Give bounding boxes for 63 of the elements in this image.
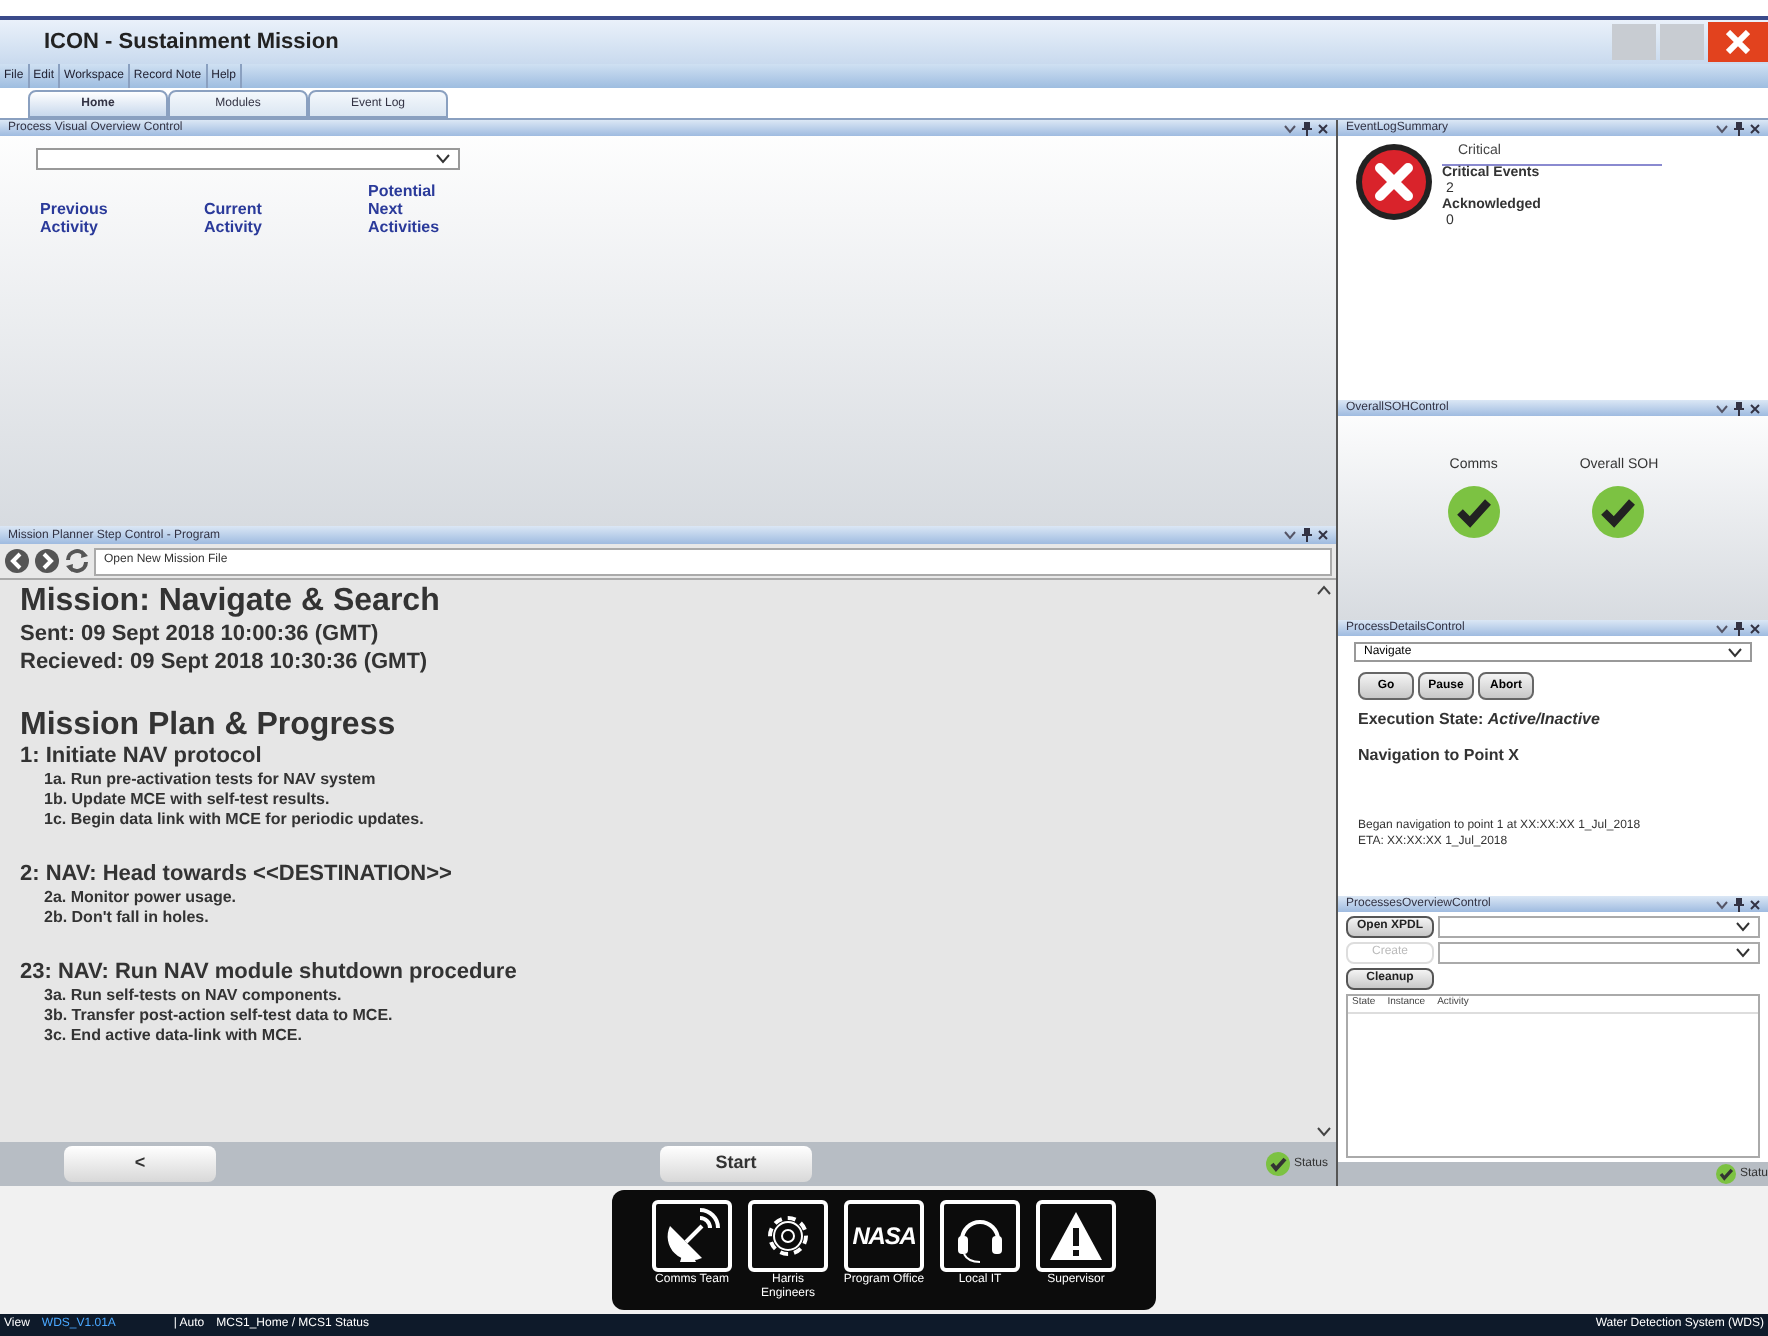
dock-tile[interactable]	[652, 1200, 732, 1272]
close-icon[interactable]	[1750, 403, 1760, 413]
close-icon[interactable]	[1318, 123, 1328, 133]
forward-icon[interactable]	[34, 548, 60, 574]
dropdown-icon[interactable]	[1716, 403, 1728, 413]
dropdown-icon[interactable]	[1284, 530, 1296, 540]
plan-title: Mission Plan & Progress	[20, 708, 398, 744]
substep-text: 2b. Don't fall in holes.	[42, 908, 211, 928]
logo-text: NASA	[852, 1220, 916, 1254]
received-time: Recieved: 09 Sept 2018 10:30:36 (GMT)	[20, 648, 430, 676]
back-button[interactable]: <	[64, 1146, 216, 1182]
window-title: ICON - Sustainment Mission	[44, 27, 341, 58]
step-label: Navigation to Point X	[1358, 744, 1521, 768]
back-icon[interactable]	[4, 548, 30, 574]
dish-icon	[662, 1206, 722, 1266]
column-heading: Current Activity	[204, 200, 264, 236]
substep-text: 3b. Transfer post-action self-test data to MCE.	[42, 1006, 395, 1026]
scroll-up-icon[interactable]	[1316, 584, 1332, 596]
chevron-icon	[436, 154, 450, 164]
dock-tile[interactable]	[1036, 1200, 1116, 1272]
substep-text: 1c. Begin data link with MCE for periodic updates.	[42, 810, 426, 830]
check-icon	[1715, 1164, 1736, 1184]
chevron-icon	[1736, 922, 1750, 932]
pin-icon[interactable]	[1302, 528, 1312, 542]
step-heading: 2: NAV: Head towards <<DESTINATION>>	[20, 862, 454, 888]
sent-time: Sent: 09 Sept 2018 10:00:36 (GMT)	[20, 620, 381, 648]
dock-tile[interactable]: NASA	[844, 1200, 924, 1272]
substep-text: 3c. End active data-link with MCE.	[42, 1026, 304, 1046]
substep-text: 1a. Run pre-activation tests for NAV system	[42, 770, 378, 790]
activity-dropdown[interactable]	[36, 148, 460, 170]
pin-icon[interactable]	[1734, 621, 1744, 635]
close-icon	[1726, 30, 1750, 54]
dock-tile[interactable]	[940, 1200, 1020, 1272]
close-icon[interactable]	[1750, 123, 1760, 133]
substep-text: 3a. Run self-tests on NAV components.	[42, 986, 344, 1006]
dropdown-icon[interactable]	[1716, 623, 1728, 633]
pin-icon[interactable]	[1734, 121, 1744, 135]
pin-icon[interactable]	[1302, 121, 1312, 135]
execution-state: Execution State: Active/Inactive	[1358, 708, 1602, 732]
chevron-icon	[1728, 647, 1742, 657]
dock-tile[interactable]	[748, 1200, 828, 1272]
substep-text: 1b. Update MCE with self-test results.	[42, 790, 332, 810]
dropdown-icon[interactable]	[1716, 123, 1728, 133]
dropdown-icon[interactable]	[1716, 899, 1728, 909]
close-icon[interactable]	[1318, 530, 1328, 540]
refresh-icon[interactable]	[64, 548, 90, 574]
scroll-down-icon[interactable]	[1316, 1126, 1332, 1138]
check-icon	[1265, 1152, 1290, 1176]
column-heading: Previous Activity	[40, 200, 110, 236]
mission-title: Mission: Navigate & Search	[20, 584, 442, 620]
column-heading: Potential Next Activities	[368, 182, 442, 236]
pin-icon[interactable]	[1734, 897, 1744, 911]
close-icon[interactable]	[1750, 623, 1760, 633]
pin-icon[interactable]	[1734, 401, 1744, 415]
close-button[interactable]	[1708, 22, 1768, 62]
step-heading: 23: NAV: Run NAV module shutdown procedure	[20, 960, 519, 986]
close-icon[interactable]	[1750, 899, 1760, 909]
chevron-icon	[1736, 948, 1750, 958]
step-heading: 1: Initiate NAV protocol	[20, 744, 264, 770]
dropdown-icon[interactable]	[1284, 123, 1296, 133]
start-button[interactable]: Start	[660, 1146, 812, 1182]
substep-text: 2a. Monitor power usage.	[42, 888, 239, 908]
error-icon	[1354, 142, 1434, 222]
